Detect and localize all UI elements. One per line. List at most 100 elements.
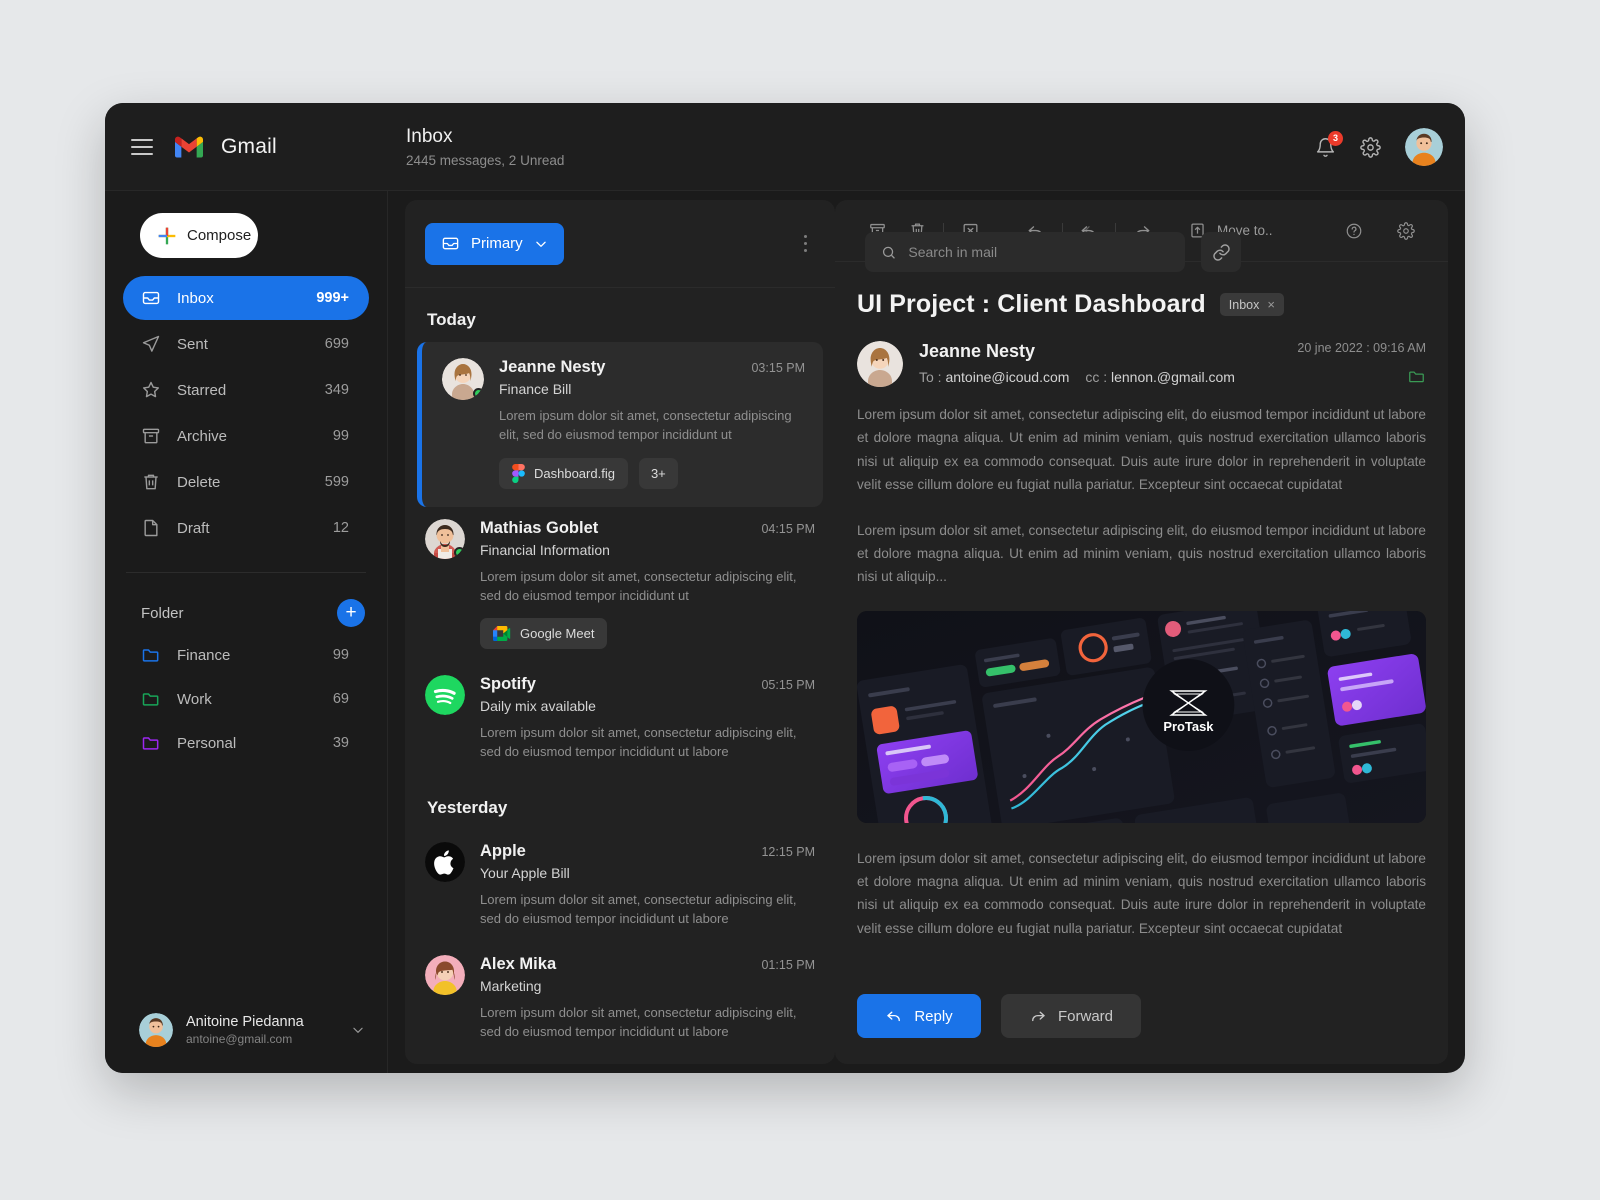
email-detail-panel: Move to.. UI Project: Client Dashboard … xyxy=(835,200,1448,1064)
timestamp: 03:15 PM xyxy=(751,361,805,375)
group-title-yesterday: Yesterday xyxy=(427,798,508,818)
avatar xyxy=(857,341,903,387)
folder-count: 69 xyxy=(332,691,349,707)
inbox-icon xyxy=(442,237,459,250)
folder-item-finance[interactable]: Finance 99 xyxy=(123,633,369,677)
online-status-dot xyxy=(473,388,484,399)
sidebar-item-sent[interactable]: Sent 699 xyxy=(123,322,369,366)
send-icon xyxy=(142,335,160,352)
category-primary-button[interactable]: Primary xyxy=(425,222,564,265)
search-box[interactable] xyxy=(865,232,1185,272)
app-body: Compose Inbox 999+ Sent 699 Starred 349 … xyxy=(105,191,1465,1073)
inbox-icon xyxy=(142,291,160,305)
reply-button[interactable]: Reply xyxy=(857,994,981,1038)
sidebar-nav-list: Inbox 999+ Sent 699 Starred 349 Archive … xyxy=(123,276,369,550)
sender-name: Apple xyxy=(480,842,526,861)
forward-icon xyxy=(1032,1011,1045,1022)
reply-icon xyxy=(887,1011,901,1022)
sidebar-item-label: Sent xyxy=(177,335,208,353)
folder-item-work[interactable]: Work 69 xyxy=(123,677,369,721)
list-item-header: Alex Mika 01:15 PM xyxy=(480,955,815,974)
google-meet-icon xyxy=(493,626,511,642)
email-subject: UI Project : Client Dashboard xyxy=(857,290,1206,318)
user-profile-avatar xyxy=(139,1013,173,1047)
notifications-button[interactable]: 3 xyxy=(1315,130,1343,158)
sidebar-item-archive[interactable]: Archive 99 xyxy=(123,414,369,458)
folder-icon xyxy=(142,737,159,750)
gear-icon xyxy=(1397,221,1415,240)
forward-button[interactable]: Forward xyxy=(1001,994,1142,1038)
sidebar-item-starred[interactable]: Starred 349 xyxy=(123,368,369,412)
apple-logo-icon xyxy=(425,842,465,883)
help-button[interactable] xyxy=(1334,211,1374,251)
sidebar-item-draft[interactable]: Draft 12 xyxy=(123,506,369,550)
detail-settings-button[interactable] xyxy=(1386,211,1426,251)
mailbox-title-block: Inbox 2445 messages, 2 Unread xyxy=(388,125,564,168)
move-to-folder-button[interactable] xyxy=(1297,367,1426,386)
embedded-image[interactable]: ProTask xyxy=(857,610,1426,823)
folder-icon xyxy=(142,649,159,662)
link-button[interactable] xyxy=(1201,232,1241,272)
compose-button[interactable]: Compose xyxy=(140,213,258,258)
sender-info: Jeanne Nesty To : antoine@icoud.com cc :… xyxy=(919,341,1281,385)
list-item-header: Mathias Goblet 04:15 PM xyxy=(480,519,815,538)
hamburger-menu-icon[interactable] xyxy=(127,135,157,159)
gmail-app-window: Gmail Inbox 2445 messages, 2 Unread Sear… xyxy=(105,103,1465,1073)
list-item[interactable]: Mathias Goblet 04:15 PM Financial Inform… xyxy=(405,507,835,664)
folder-count: 99 xyxy=(332,647,349,663)
file-icon xyxy=(144,519,158,537)
status-badge[interactable]: Inbox × xyxy=(1219,293,1284,316)
attachment-chip-google-meet[interactable]: Google Meet xyxy=(480,618,608,650)
top-bar: Gmail Inbox 2445 messages, 2 Unread Sear… xyxy=(105,103,1465,272)
gear-icon xyxy=(1360,136,1381,158)
folder-section-header: Folder + xyxy=(123,573,369,633)
attachment-chip-more[interactable]: 3+ xyxy=(638,457,678,489)
folder-item-personal[interactable]: Personal 39 xyxy=(123,721,369,765)
group-title-today: Today xyxy=(427,310,476,329)
user-avatar[interactable] xyxy=(1405,128,1443,166)
compose-label: Compose xyxy=(187,227,252,244)
preview-text: Lorem ipsum dolor sit amet, consectetur … xyxy=(480,1004,797,1039)
subject: Daily mix available xyxy=(480,698,596,715)
cc-label: cc : xyxy=(1085,369,1108,385)
folder-label: Personal xyxy=(177,734,237,752)
chevron-down-icon[interactable] xyxy=(351,1023,365,1037)
list-item[interactable]: Alex Mika 01:15 PM Marketing Lorem ipsum… xyxy=(405,943,835,1056)
sidebar-item-count: 349 xyxy=(324,382,349,398)
close-icon[interactable]: × xyxy=(1267,297,1275,312)
timestamp: 04:15 PM xyxy=(761,521,815,536)
email-paragraph-1: Lorem ipsum dolor sit amet, consectetur … xyxy=(857,407,1426,493)
timestamp: 01:15 PM xyxy=(761,957,815,972)
subject-row: UI Project : Client Dashboard Inbox × xyxy=(857,262,1426,341)
recipients-row: To : antoine@icoud.com cc : lennon.@gmai… xyxy=(919,369,1281,385)
reply-label: Reply xyxy=(914,1007,953,1025)
list-item-body: Apple 12:15 PM Your Apple Bill Lorem ips… xyxy=(480,842,815,929)
list-item[interactable]: Apple 12:15 PM Your Apple Bill Lorem ips… xyxy=(405,830,835,943)
mail-list-scroll[interactable]: Today Jeanne Nesty 03:15 PM Finance Bill… xyxy=(405,288,835,1064)
search-icon xyxy=(882,246,895,259)
add-folder-button[interactable]: + xyxy=(337,599,365,627)
to-address: antoine@icoud.com xyxy=(945,369,1070,385)
list-item[interactable]: Jeanne Nesty 03:15 PM Finance Bill Lorem… xyxy=(417,342,823,507)
settings-button[interactable] xyxy=(1360,136,1381,158)
attachment-chips: Google Meet xyxy=(480,618,815,650)
sidebar-item-inbox[interactable]: Inbox 999+ xyxy=(123,276,369,320)
avatar xyxy=(425,954,465,995)
email-paragraph-2: Lorem ipsum dolor sit amet, consectetur … xyxy=(857,522,1426,585)
avatar xyxy=(425,675,465,716)
mail-list-panel: Primary Today Jeanne Nesty 03:15 PM Fina… xyxy=(405,200,835,1064)
compose-plus-icon xyxy=(158,227,176,244)
detail-scroll-area[interactable]: UI Project : Client Dashboard Inbox × Je… xyxy=(835,262,1448,982)
topbar-right-actions: 3 xyxy=(1315,103,1443,191)
list-more-options-button[interactable] xyxy=(798,229,813,258)
user-profile[interactable]: Anitoine Piedanna antoine@gmail.com xyxy=(123,999,369,1073)
preview-text: Lorem ipsum dolor sit amet, consectetur … xyxy=(480,725,797,760)
attachment-chip-figma[interactable]: Dashboard.fig xyxy=(499,457,628,489)
user-email: antoine@gmail.com xyxy=(186,1032,293,1046)
folder-label: Work xyxy=(177,690,212,708)
list-item[interactable]: Spotify 05:15 PM Daily mix available Lor… xyxy=(405,663,835,776)
user-name: Anitoine Piedanna xyxy=(186,1014,304,1030)
sidebar-item-count: 999+ xyxy=(316,290,349,306)
search-input[interactable] xyxy=(908,244,1169,260)
sidebar-item-delete[interactable]: Delete 599 xyxy=(123,460,369,504)
